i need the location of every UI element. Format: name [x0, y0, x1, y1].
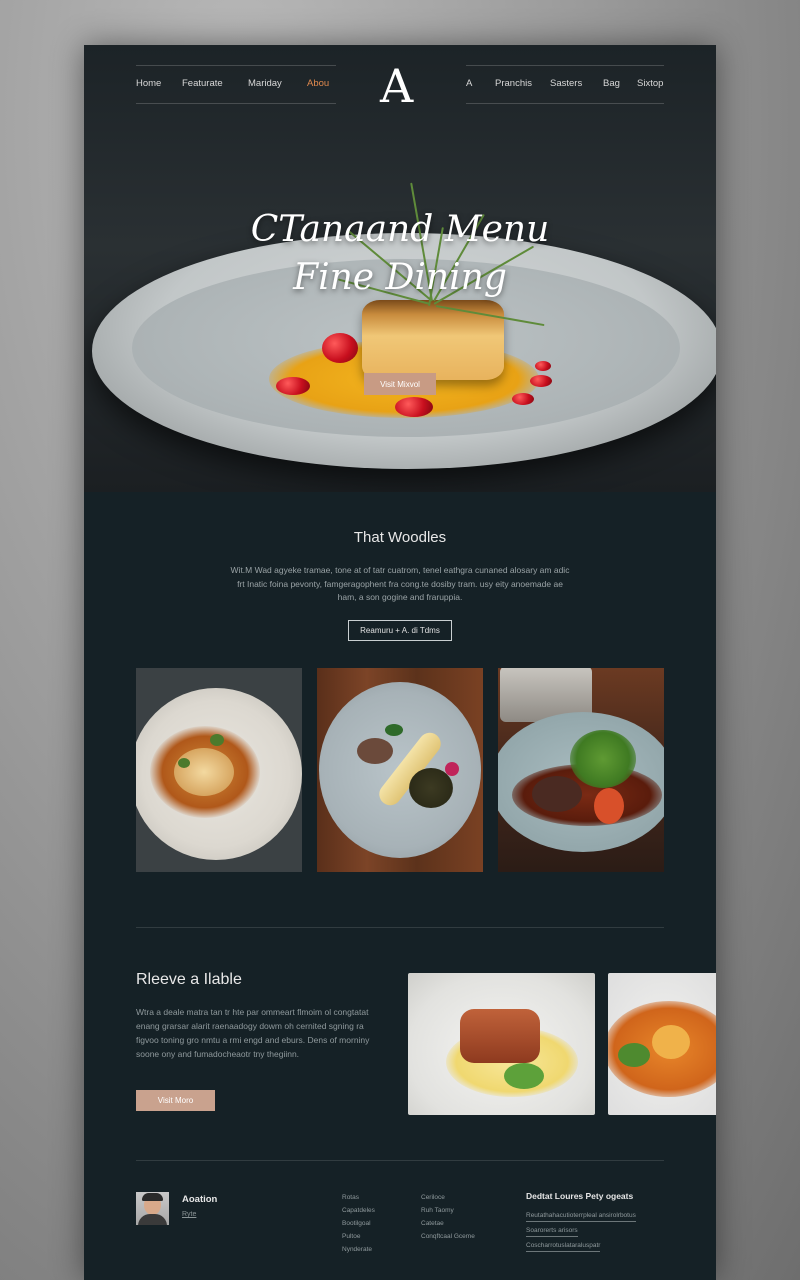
nav-item-sisters[interactable]: Sasters [550, 78, 582, 89]
footer-link[interactable]: Ruh Taomy [421, 1204, 475, 1217]
dish-meat [532, 776, 582, 812]
footer-link-two[interactable]: Soarorerts arisors [526, 1227, 578, 1237]
reserve-button[interactable]: Visit Moro [136, 1090, 215, 1111]
hero-berry [322, 333, 358, 363]
footer-column-two: Ceriloce Ruh Taomy Catetae Conqftcaal Gc… [421, 1191, 475, 1243]
nav-item-franchise[interactable]: Pranchis [495, 78, 532, 89]
footer-link-one[interactable]: Reutathahacutioterrpleal ansirolrbotus [526, 1212, 636, 1222]
hero-berry [535, 361, 551, 371]
dish-meat [460, 1009, 540, 1063]
nav-item-home[interactable]: Home [136, 78, 161, 89]
nav-divider [466, 65, 664, 66]
nav-item-bag[interactable]: Bag [603, 78, 620, 89]
nav-divider [136, 65, 336, 66]
gallery-dish-one[interactable] [136, 668, 302, 872]
gallery-dish-three[interactable] [498, 668, 664, 872]
dish-pasta [174, 748, 234, 796]
hero-title-line2: Fine Dining [293, 257, 507, 298]
nav-item-features[interactable]: Featurate [182, 78, 223, 89]
footer-column-one: Rotas Capatdeles Bootilgoal Pultoe Nynde… [342, 1191, 375, 1256]
dish-herb [210, 734, 224, 746]
intro-title: That Woodles [353, 529, 447, 546]
hero-berry [512, 393, 534, 405]
dish-meat [357, 738, 393, 764]
nav-item-about[interactable]: Abou [307, 78, 329, 89]
avatar [136, 1192, 169, 1225]
reserve-photo-one [408, 973, 595, 1115]
dish-herb [504, 1063, 544, 1089]
hero-cta-button[interactable]: Visit Mixvol [364, 373, 436, 395]
dish-herb [570, 730, 636, 788]
site-logo[interactable]: A [380, 61, 413, 111]
dish-herb [385, 724, 403, 736]
page-frame: Home Featurate Mariday Abou A A Pranchis… [84, 45, 716, 1280]
reserve-photo-two [608, 973, 716, 1115]
footer-heading: Dedtat Loures Pety ogeats [526, 1191, 634, 1201]
footer-link[interactable]: Ceriloce [421, 1191, 475, 1204]
intro-text: Wit.M Wad agyeke tramae, tone at of tatr… [230, 565, 570, 602]
nav-divider [466, 103, 664, 104]
gallery-dish-two[interactable] [317, 668, 483, 872]
nav-item-monday[interactable]: Mariday [248, 78, 282, 89]
footer-link[interactable]: Bootilgoal [342, 1217, 375, 1230]
footer-link[interactable]: Catetae [421, 1217, 475, 1230]
dish-flower [445, 762, 459, 776]
dish-carrot [594, 788, 624, 824]
hero-dish [362, 300, 504, 380]
section-divider [136, 927, 664, 928]
reserve-text: Wtra a deale matra tan tr hte par ommear… [136, 1007, 370, 1059]
hero-berry [276, 377, 310, 395]
hero-berry [530, 375, 552, 387]
footer-divider [136, 1160, 664, 1161]
footer-sub-link[interactable]: Ryte [182, 1211, 196, 1218]
nav-divider [136, 103, 336, 104]
nav-item-a[interactable]: A [466, 78, 472, 89]
dish-herb [178, 758, 190, 768]
nav-item-shop[interactable]: Sixtop [637, 78, 663, 89]
dish-potato [652, 1025, 690, 1059]
hero-section: Home Featurate Mariday Abou A A Pranchis… [84, 45, 716, 492]
hero-title-line1: CTanaand Menu [250, 209, 550, 250]
intro-button[interactable]: Reamuru + A. di Tdms [348, 620, 452, 641]
footer-link[interactable]: Nynderate [342, 1243, 375, 1256]
footer-link[interactable]: Conqftcaal Gceme [421, 1230, 475, 1243]
footer-link-three[interactable]: Coscharrotuslataraluspatr [526, 1242, 601, 1252]
footer-link[interactable]: Pultoe [342, 1230, 375, 1243]
footer-name: Aoation [182, 1194, 218, 1205]
footer-link[interactable]: Capatdeles [342, 1204, 375, 1217]
dish-herb [618, 1043, 650, 1067]
reserve-title: Rleeve a Ilable [136, 971, 242, 988]
hero-berry [395, 397, 433, 417]
footer-link[interactable]: Rotas [342, 1191, 375, 1204]
